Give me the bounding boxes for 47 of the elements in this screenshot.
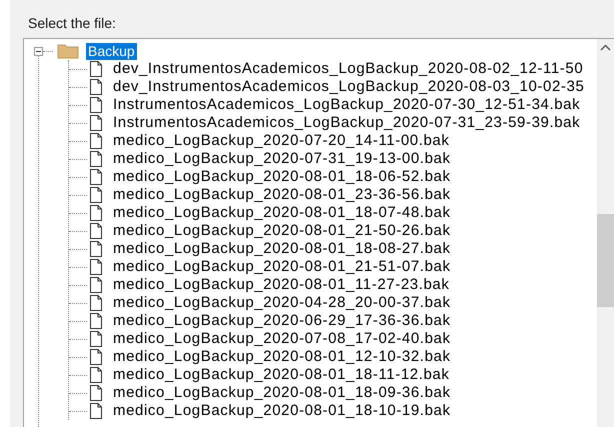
tree-item[interactable]: medico_LogBackup_2020-08-01_12-10-32.bak	[113, 349, 451, 365]
tree-item[interactable]: medico_LogBackup_2020-08-01_21-51-07.bak	[113, 259, 451, 275]
file-icon	[89, 367, 103, 383]
tree-item[interactable]: medico_LogBackup_2020-04-28_20-00-37.bak	[113, 295, 451, 311]
tree-item[interactable]: medico_LogBackup_2020-08-01_18-11-12.bak	[113, 367, 450, 383]
scrollbar[interactable]	[597, 39, 614, 427]
file-icon	[89, 241, 103, 257]
tree-item[interactable]: medico_LogBackup_2020-08-01_18-07-48.bak	[113, 205, 451, 221]
file-icon	[89, 61, 103, 77]
file-icon	[89, 205, 103, 221]
tree-item[interactable]: medico_LogBackup_2020-08-01_18-08-27.bak	[113, 241, 451, 257]
file-icon	[89, 97, 103, 113]
tree-item[interactable]: medico_LogBackup_2020-08-01_21-50-26.bak	[113, 223, 451, 239]
file-icon	[89, 115, 103, 131]
tree-item[interactable]: medico_LogBackup_2020-07-08_17-02-40.bak	[113, 331, 451, 347]
file-icon	[89, 133, 103, 149]
file-icon	[89, 349, 103, 365]
file-icon	[89, 187, 103, 203]
file-icon	[89, 79, 103, 95]
folder-icon	[57, 43, 79, 59]
scrollbar-thumb[interactable]	[597, 214, 614, 307]
file-icon	[89, 331, 103, 347]
file-icon	[89, 295, 103, 311]
tree-item[interactable]: medico_LogBackup_2020-08-01_11-27-23.bak	[113, 277, 450, 293]
file-icon	[89, 277, 103, 293]
field-label: Select the file:	[28, 14, 117, 32]
tree-item[interactable]: medico_LogBackup_2020-08-01_18-06-52.bak	[113, 169, 451, 185]
tree-item[interactable]: medico_LogBackup_2020-08-01_18-10-19.bak	[113, 403, 451, 419]
file-icon	[89, 151, 103, 167]
tree-item[interactable]: dev_InstrumentosAcademicos_LogBackup_2020-08-02_12-11-50	[113, 61, 584, 77]
tree-item[interactable]: InstrumentosAcademicos_LogBackup_2020-07-30_12-51-34.bak	[113, 97, 580, 113]
scroll-up-icon[interactable]	[600, 44, 611, 51]
file-icon	[89, 223, 103, 239]
file-icon	[89, 403, 103, 419]
tree-item[interactable]: medico_LogBackup_2020-08-01_23-36-56.bak	[113, 187, 451, 203]
file-icon	[89, 313, 103, 329]
tree-item[interactable]: medico_LogBackup_2020-08-01_18-09-36.bak	[113, 385, 451, 401]
tree-item[interactable]: InstrumentosAcademicos_LogBackup_2020-07-31_23-59-39.bak	[113, 115, 580, 131]
file-icon	[89, 169, 103, 185]
file-icon	[89, 385, 103, 401]
file-icon	[89, 259, 103, 275]
tree-item[interactable]: Backup	[86, 42, 137, 60]
tree-item[interactable]: medico_LogBackup_2020-07-31_19-13-00.bak	[113, 151, 451, 167]
tree-item[interactable]: dev_InstrumentosAcademicos_LogBackup_2020-08-03_10-02-35	[113, 79, 584, 95]
tree-item[interactable]: medico_LogBackup_2020-07-20_14-11-00.bak	[113, 133, 450, 149]
collapse-icon[interactable]	[34, 46, 43, 56]
tree-item[interactable]: medico_LogBackup_2020-06-29_17-36-36.bak	[113, 313, 451, 329]
